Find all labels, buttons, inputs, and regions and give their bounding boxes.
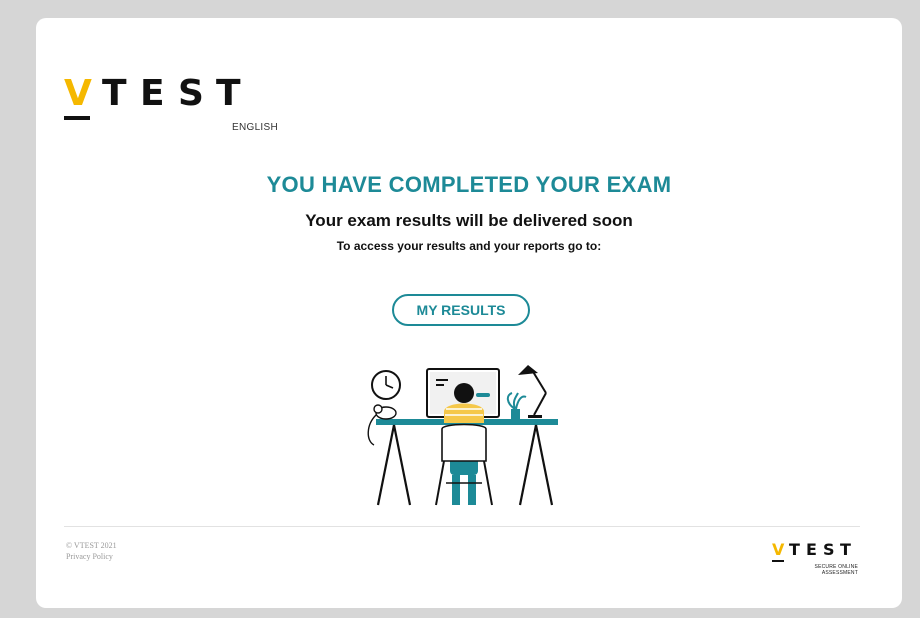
mini-logo-letter-s: S — [823, 540, 835, 559]
person-at-desk-illustration — [367, 365, 558, 506]
footer-vtest-logo: V T E S T SECURE ONLINE ASSESSMENT — [772, 542, 872, 582]
logo-underline — [64, 116, 90, 120]
content-card: V T E S T ENGLISH YOU HAVE COMPLETED YOU… — [36, 18, 902, 608]
mini-logo-tagline: SECURE ONLINE ASSESSMENT — [815, 564, 858, 576]
mini-logo-underline — [772, 560, 784, 562]
mini-logo-letter-t2: T — [840, 540, 851, 559]
my-results-button[interactable]: MY RESULTS — [392, 294, 530, 326]
completion-headline: YOU HAVE COMPLETED YOUR EXAM — [266, 172, 672, 197]
desk-lamp-icon — [518, 365, 547, 418]
privacy-policy-link[interactable]: Privacy Policy — [66, 551, 117, 562]
logo-letter-t2: T — [216, 73, 241, 114]
tagline-line-2: ASSESSMENT — [821, 570, 858, 576]
logo-letter-s: S — [178, 73, 204, 114]
mini-logo-letter-e: E — [806, 540, 817, 559]
mini-logo-letter-t: T — [789, 540, 800, 559]
copyright-text: © VTEST 2021 — [66, 541, 117, 550]
logo-subtitle: ENGLISH — [232, 122, 279, 133]
results-notice: Your exam results will be delivered soon — [305, 211, 633, 230]
plant-icon — [506, 392, 527, 419]
logo-letter-e: E — [140, 73, 165, 114]
mini-logo-letter-v: V — [772, 540, 785, 559]
footer-info: © VTEST 2021 Privacy Policy — [66, 540, 117, 562]
results-instruction: To access your results and your reports … — [336, 239, 602, 253]
logo-letter-v: V — [64, 73, 92, 114]
footer-divider — [64, 526, 860, 527]
vtest-logo: V T E S T ENGLISH — [64, 76, 284, 136]
clock-icon — [371, 370, 401, 400]
logo-letter-t: T — [102, 73, 127, 114]
